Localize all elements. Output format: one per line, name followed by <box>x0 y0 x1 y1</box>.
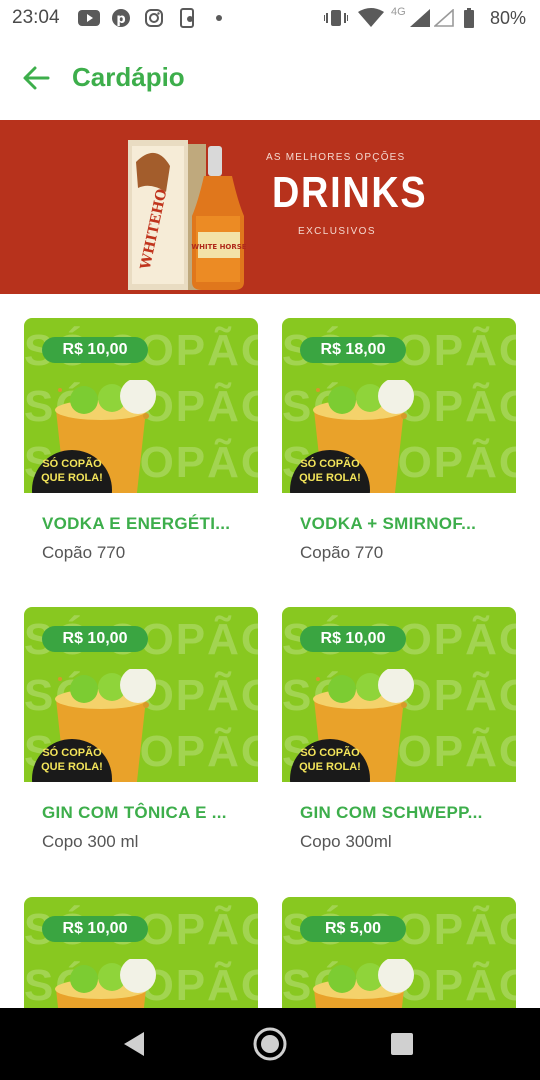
page-title: Cardápio <box>72 62 185 92</box>
product-name: VODKA + SMIRNOF... <box>300 514 477 533</box>
product-card[interactable]: SÓ COPÃO SÓ COPÃO SÓ COPÃO R$ 18,00 SÓ C… <box>282 318 516 562</box>
product-description: Copo 300ml <box>300 832 392 851</box>
nav-home-button[interactable] <box>246 1022 294 1066</box>
product-card[interactable]: SÓ COPÃO SÓ COPÃO SÓ COPÃO R$ 10,00 SÓ C… <box>24 607 258 851</box>
youtube-icon <box>78 9 100 27</box>
status-bar: 23:04 p 4G 80% <box>0 0 540 36</box>
instagram-icon <box>145 9 163 27</box>
product-image: SÓ COPÃO SÓ COPÃO SÓ COPÃO R$ 18,00 SÓ C… <box>282 318 516 493</box>
product-image: SÓ COPÃO SÓ COPÃO R$ 10,00 <box>24 897 258 1008</box>
back-triangle-icon <box>124 1032 144 1056</box>
bottle-label-text: WHITE HORSE <box>191 243 246 251</box>
price-badge: R$ 5,00 <box>300 916 406 942</box>
svg-text:p: p <box>116 12 125 27</box>
banner-subtitle: EXCLUSIVOS <box>298 226 376 237</box>
nav-recents-button[interactable] <box>378 1026 426 1062</box>
phone-app-icon <box>180 8 196 28</box>
product-description: Copo 300 ml <box>42 832 139 851</box>
product-name: GIN COM SCHWEPP... <box>300 803 483 822</box>
signal-empty-icon <box>434 9 454 27</box>
back-button[interactable] <box>18 60 54 96</box>
price-badge: R$ 18,00 <box>300 337 406 363</box>
banner-kicker: AS MELHORES OPÇÕES <box>266 152 406 163</box>
promo-banner[interactable]: WHITEHO WHITE HORSE AS MELHORES OPÇÕES D… <box>0 120 540 294</box>
signal-icon <box>410 9 430 27</box>
product-card[interactable]: SÓ COPÃO SÓ COPÃO SÓ COPÃO R$ 10,00 SÓ C… <box>24 318 258 562</box>
product-name: VODKA E ENERGÉTI... <box>42 514 231 533</box>
product-card[interactable]: SÓ COPÃO SÓ COPÃO SÓ COPÃO R$ 10,00 SÓ C… <box>282 607 516 851</box>
product-grid: SÓ COPÃO SÓ COPÃO SÓ COPÃO R$ 10,00 SÓ C… <box>0 294 540 1008</box>
price-badge: R$ 10,00 <box>300 626 406 652</box>
whisky-product-image: WHITEHO WHITE HORSE <box>128 140 246 290</box>
banner-title: DRINKS <box>272 168 428 217</box>
price-badge: R$ 10,00 <box>42 916 148 942</box>
vibrate-icon <box>324 9 348 27</box>
recents-square-icon <box>391 1033 413 1055</box>
pinterest-icon: p <box>112 9 130 27</box>
product-description: Copão 770 <box>300 543 384 562</box>
price-badge: R$ 10,00 <box>42 626 148 652</box>
network-type: 4G <box>391 6 406 18</box>
product-image: SÓ COPÃO SÓ COPÃO R$ 5,00 <box>282 897 516 1008</box>
dot-icon <box>216 9 222 27</box>
status-time: 23:04 <box>12 7 60 28</box>
product-description: Copão 770 <box>42 543 126 562</box>
battery-icon <box>464 8 474 28</box>
price-badge: R$ 10,00 <box>42 337 148 363</box>
wifi-icon <box>358 8 384 27</box>
battery-percent: 80% <box>489 8 526 28</box>
nav-back-button[interactable] <box>110 1026 158 1062</box>
arrow-left-icon <box>23 66 50 90</box>
product-image: SÓ COPÃO SÓ COPÃO SÓ COPÃO R$ 10,00 SÓ C… <box>282 607 516 782</box>
product-image: SÓ COPÃO SÓ COPÃO SÓ COPÃO R$ 10,00 SÓ C… <box>24 318 258 493</box>
product-card[interactable]: SÓ COPÃO SÓ COPÃO R$ 5,00 <box>282 897 516 1008</box>
app-bar: Cardápio <box>0 36 540 120</box>
product-name: GIN COM TÔNICA E ... <box>42 803 227 822</box>
product-card[interactable]: SÓ COPÃO SÓ COPÃO R$ 10,00 <box>24 897 258 1008</box>
product-image: SÓ COPÃO SÓ COPÃO SÓ COPÃO R$ 10,00 SÓ C… <box>24 607 258 782</box>
home-circle-icon <box>253 1027 287 1061</box>
system-nav-bar <box>0 1008 540 1080</box>
